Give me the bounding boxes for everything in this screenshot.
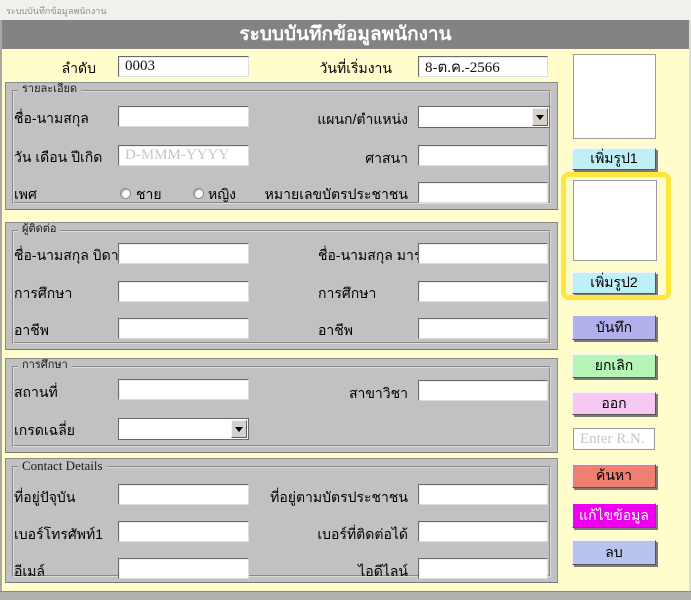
religion-input[interactable] [418,145,548,166]
chevron-down-glyph [235,427,243,436]
id-card-address-input[interactable] [418,484,548,505]
rn-search-input[interactable] [573,428,655,450]
start-date-label: วันที่เริ่มงาน [288,58,392,78]
page-title: ระบบบันทึกข้อมูลพนักงาน [0,20,691,49]
contact-phone-input[interactable] [418,521,548,542]
mother-education-label: การศึกษา [318,283,376,303]
education-section [5,358,558,453]
email-label: อีเมล์ [14,561,45,581]
contact-phone-label: เบอร์ที่ติดต่อได้ [248,524,408,544]
line-id-label: ไอดีไลน์ [248,561,408,581]
sequence-label: ลำดับ [40,58,96,78]
father-education-label: การศึกษา [14,283,72,303]
education-section-title: การศึกษา [18,359,72,372]
window-left-edge [0,20,2,600]
name-label: ชื่อ-นามสกุล [14,108,89,128]
search-button[interactable]: ค้นหา [572,464,656,488]
id-card-label: หมายเลขบัตรประชาชน [250,184,408,204]
sequence-input[interactable] [118,56,249,77]
father-education-input[interactable] [118,281,249,302]
religion-label: ศาสนา [250,148,408,168]
gender-label: เพศ [14,184,37,204]
gpa-label: เกรดเฉลี่ย [14,420,75,440]
email-input[interactable] [118,558,249,579]
female-radio-label[interactable]: หญิง [208,184,236,204]
current-address-label: ที่อยู่ปัจุบัน [14,487,75,507]
id-card-input[interactable] [418,182,548,203]
contact-details-section-title: Contact Details [18,459,107,472]
save-button[interactable]: บันทึก [572,315,656,340]
father-occupation-input[interactable] [118,318,249,339]
app-window: ระบบบันทึกข้อมูลพนักงาน ระบบบันทึกข้อมูล… [0,0,691,600]
cancel-button[interactable]: ยกเลิก [572,354,656,378]
add-photo1-button[interactable]: เพิ่มรูป1 [572,148,656,170]
window-bottom-edge [0,591,691,600]
photo2-picture-box[interactable] [573,180,657,261]
chevron-down-glyph [536,115,544,124]
phone1-label: เบอร์โทรศัพท์1 [14,524,103,544]
major-label: สาขาวิชา [250,383,408,403]
father-name-input[interactable] [118,243,249,264]
birthdate-input[interactable] [118,145,249,166]
window-title: ระบบบันทึกข้อมูลพนักงาน [6,4,106,18]
phone1-input[interactable] [118,521,249,542]
start-date-input[interactable] [418,56,548,77]
titlebar: ระบบบันทึกข้อมูลพนักงาน [0,0,691,20]
chevron-down-icon[interactable] [532,108,548,126]
contacts-section-title: ผู้ติดต่อ [18,223,60,236]
department-label: แผนก/ตำแหน่ง [250,109,408,129]
major-input[interactable] [418,380,548,401]
id-card-address-label: ที่อยู่ตามบัตรประชาชน [248,487,408,507]
mother-occupation-label: อาชีพ [318,320,353,340]
line-id-input[interactable] [418,558,548,579]
add-photo2-button[interactable]: เพิ่มรูป2 [572,272,656,294]
female-radio[interactable] [193,188,204,199]
photo1-picture-box[interactable] [573,54,656,139]
exit-button[interactable]: ออก [572,392,656,415]
father-occupation-label: อาชีพ [14,320,49,340]
delete-button[interactable]: ลบ [572,540,656,565]
mother-occupation-input[interactable] [418,318,548,339]
current-address-input[interactable] [118,484,249,505]
male-radio-label[interactable]: ชาย [136,184,162,204]
male-radio[interactable] [120,188,131,199]
birthdate-label: วัน เดือน ปีเกิด [14,147,102,167]
department-select[interactable] [418,106,550,128]
edit-button[interactable]: แก้ไขข้อมูล [572,503,656,528]
name-input[interactable] [118,106,249,127]
education-frame [12,366,551,447]
study-place-input[interactable] [118,379,249,400]
gpa-select[interactable] [118,418,249,440]
mother-name-input[interactable] [418,243,548,264]
chevron-down-icon[interactable] [231,420,247,438]
details-section-title: รายละเอียด [18,83,81,96]
mother-education-input[interactable] [418,281,548,302]
study-place-label: สถานที่ [14,382,58,402]
father-name-label: ชื่อ-นามสกุล บิดา [14,245,119,265]
